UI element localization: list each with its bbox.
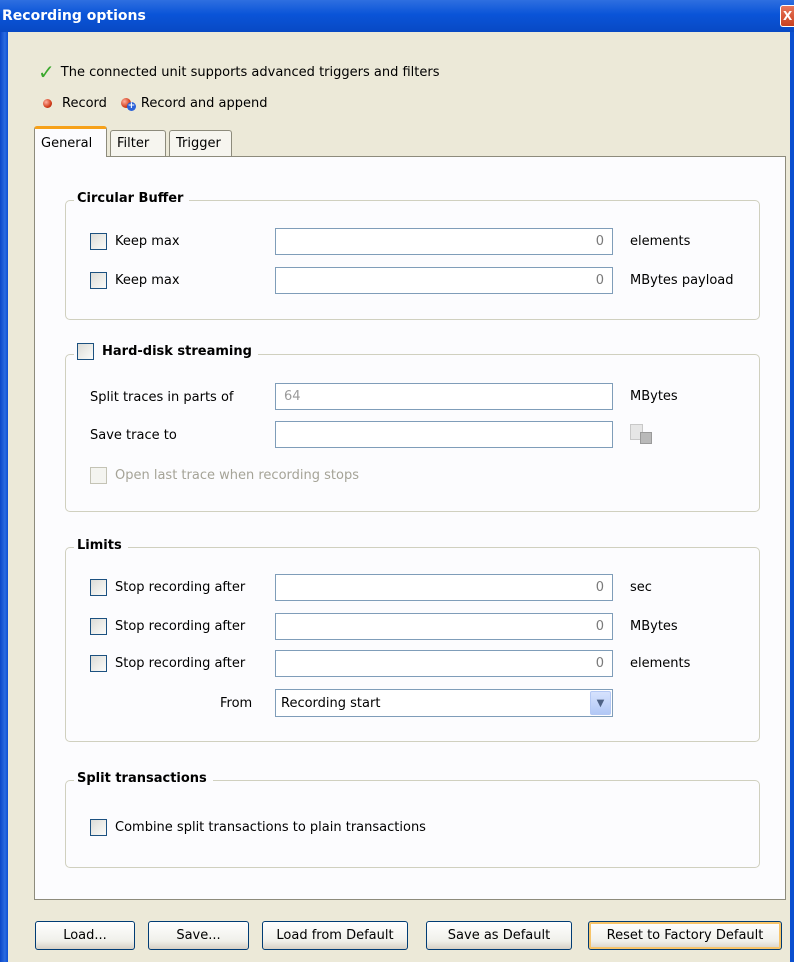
split-traces-label: Split traces in parts of xyxy=(90,389,234,405)
record-append-icon: + xyxy=(120,97,137,111)
save-as-default-button[interactable]: Save as Default xyxy=(426,921,572,950)
close-icon: X xyxy=(783,9,793,23)
load-from-default-button[interactable]: Load from Default xyxy=(262,921,408,950)
checkbox-box[interactable] xyxy=(90,271,107,289)
tab-filter[interactable]: Filter xyxy=(110,130,166,156)
checkbox-box[interactable] xyxy=(90,818,107,836)
keep-max-mbytes-label: Keep max xyxy=(115,272,180,288)
hard-disk-streaming-title[interactable]: Hard-disk streaming xyxy=(74,343,258,360)
checkbox-box[interactable] xyxy=(90,466,107,484)
tab-filter-label: Filter xyxy=(117,136,150,151)
load-button[interactable]: Load... xyxy=(35,921,135,950)
checkbox-box[interactable] xyxy=(90,654,107,672)
window-title: Recording options xyxy=(2,8,146,24)
tab-trigger[interactable]: Trigger xyxy=(169,130,232,156)
elements-unit: elements xyxy=(630,234,691,249)
open-last-trace-label: Open last trace when recording stops xyxy=(115,467,359,483)
from-label: From xyxy=(220,695,253,711)
elements-limit-unit: elements xyxy=(630,656,691,671)
keep-max-mbytes-input[interactable]: 0 xyxy=(275,267,613,294)
keep-max-elements-label: Keep max xyxy=(115,233,180,249)
limits-title: Limits xyxy=(74,538,128,553)
stop-after-sec-label: Stop recording after xyxy=(115,579,246,595)
reset-factory-default-button[interactable]: Reset to Factory Default xyxy=(588,921,782,950)
save-button[interactable]: Save... xyxy=(148,921,249,950)
from-select-value: Recording start xyxy=(281,695,381,711)
tab-general[interactable]: General xyxy=(34,126,107,157)
mbytes-payload-unit: MBytes payload xyxy=(630,273,734,288)
close-button[interactable]: X xyxy=(780,5,794,27)
stop-after-elements-checkbox[interactable]: Stop recording after xyxy=(90,653,245,673)
keep-max-mbytes-checkbox[interactable]: Keep max xyxy=(90,270,180,290)
stop-after-mbytes-checkbox[interactable]: Stop recording after xyxy=(90,616,245,636)
circular-buffer-group: Circular Buffer xyxy=(65,191,760,320)
chevron-down-icon[interactable]: ▼ xyxy=(590,691,611,715)
split-traces-input[interactable]: 64 xyxy=(275,383,613,410)
checkbox-box[interactable] xyxy=(90,617,107,635)
tab-trigger-label: Trigger xyxy=(176,136,221,151)
save-trace-input[interactable] xyxy=(275,421,613,448)
checkbox-box[interactable] xyxy=(90,232,107,250)
checkmark-icon: ✓ xyxy=(38,60,55,84)
hard-disk-streaming-label: Hard-disk streaming xyxy=(102,344,252,359)
from-select[interactable]: Recording start ▼ xyxy=(275,689,613,717)
tab-general-label: General xyxy=(41,135,93,151)
stop-after-elements-label: Stop recording after xyxy=(115,655,246,671)
record-icon xyxy=(43,99,52,108)
keep-max-elements-input[interactable]: 0 xyxy=(275,228,613,255)
combine-split-checkbox[interactable]: Combine split transactions to plain tran… xyxy=(90,817,426,837)
stop-after-mbytes-label: Stop recording after xyxy=(115,618,246,634)
checkbox-box[interactable] xyxy=(90,578,107,596)
save-trace-label: Save trace to xyxy=(90,427,177,443)
record-append-label[interactable]: Record and append xyxy=(141,96,268,111)
hard-disk-streaming-checkbox[interactable] xyxy=(77,343,94,360)
open-last-trace-checkbox[interactable]: Open last trace when recording stops xyxy=(90,465,359,485)
record-mode-options: Record + Record and append xyxy=(43,96,268,111)
window-frame-right xyxy=(790,32,794,962)
window-frame-left xyxy=(0,32,8,962)
combine-split-label: Combine split transactions to plain tran… xyxy=(115,819,426,835)
title-bar[interactable]: Recording options X xyxy=(0,0,794,32)
sec-unit: sec xyxy=(630,580,652,595)
circular-buffer-title: Circular Buffer xyxy=(74,191,190,206)
mbytes-unit: MBytes xyxy=(630,619,678,634)
stop-after-elements-input[interactable]: 0 xyxy=(275,650,613,677)
split-transactions-title: Split transactions xyxy=(74,771,213,786)
stop-after-mbytes-input[interactable]: 0 xyxy=(275,613,613,640)
capability-message: The connected unit supports advanced tri… xyxy=(60,64,440,80)
keep-max-elements-checkbox[interactable]: Keep max xyxy=(90,231,180,251)
split-traces-unit: MBytes xyxy=(630,389,678,404)
record-label[interactable]: Record xyxy=(62,96,107,111)
stop-after-sec-input[interactable]: 0 xyxy=(275,574,613,601)
browse-folder-icon[interactable] xyxy=(630,424,654,446)
stop-after-sec-checkbox[interactable]: Stop recording after xyxy=(90,577,245,597)
capability-status: ✓ The connected unit supports advanced t… xyxy=(38,62,439,82)
